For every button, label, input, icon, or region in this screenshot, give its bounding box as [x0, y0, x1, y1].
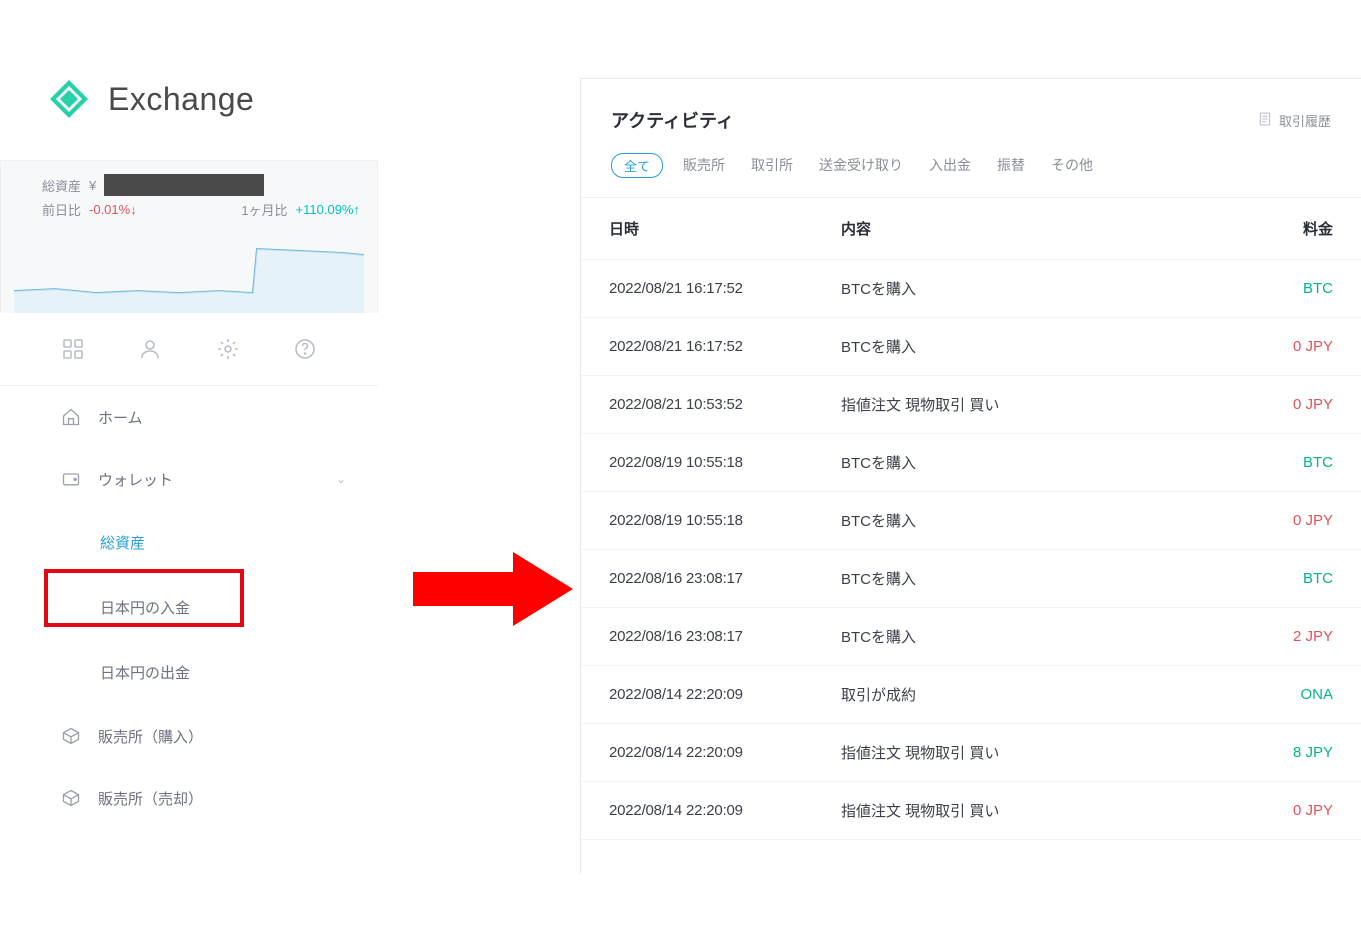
nav-sales-sell-label: 販売所（売却）	[98, 788, 203, 809]
activity-table-body: 2022/08/21 16:17:52BTCを購入BTC2022/08/21 1…	[581, 260, 1361, 840]
row-currency: 8 JPY	[1163, 744, 1333, 761]
table-row[interactable]: 2022/08/21 16:17:52BTCを購入0 JPY	[581, 318, 1361, 376]
activity-table-header: 日時 内容 料金	[581, 198, 1361, 260]
portfolio-sparkline	[14, 233, 364, 313]
row-desc: BTCを購入	[841, 452, 1163, 473]
total-assets-currency: ¥	[89, 178, 96, 193]
total-assets-row: 総資産 ¥	[0, 160, 378, 198]
row-desc: BTCを購入	[841, 278, 1163, 299]
dashboard-icon[interactable]	[59, 335, 87, 363]
filter-tab-all[interactable]: 全て	[611, 153, 663, 178]
activity-filter-tabs: 全て 販売所 取引所 送金受け取り 入出金 振替 その他	[581, 151, 1361, 198]
row-datetime: 2022/08/19 10:55:18	[609, 512, 841, 529]
row-desc: 取引が成約	[841, 684, 1163, 705]
row-datetime: 2022/08/21 16:17:52	[609, 338, 841, 355]
row-desc: 指値注文 現物取引 買い	[841, 742, 1163, 763]
nav-home[interactable]: ホーム	[0, 386, 378, 448]
row-currency: 0 JPY	[1163, 338, 1333, 355]
activity-title: アクティビティ	[611, 107, 734, 133]
home-icon	[60, 406, 82, 428]
total-assets-label: 総資産	[42, 176, 81, 195]
filter-tab-receive[interactable]: 送金受け取り	[813, 151, 909, 179]
table-row[interactable]: 2022/08/19 10:55:18BTCを購入0 JPY	[581, 492, 1361, 550]
row-datetime: 2022/08/21 10:53:52	[609, 396, 841, 413]
nav-sub-total-assets[interactable]: 総資産	[0, 510, 378, 575]
nav-list: ホーム ウォレット ⌄ 総資産 日本円の入金 日本円の出金	[0, 386, 378, 817]
row-desc: 指値注文 現物取引 買い	[841, 800, 1163, 821]
annotation-arrow-icon	[413, 552, 573, 626]
row-desc: BTCを購入	[841, 336, 1163, 357]
table-row[interactable]: 2022/08/14 22:20:09指値注文 現物取引 買い8 JPY	[581, 724, 1361, 782]
user-icon[interactable]	[136, 335, 164, 363]
nav-wallet[interactable]: ウォレット ⌄	[0, 448, 378, 510]
row-datetime: 2022/08/19 10:55:18	[609, 454, 841, 471]
sidebar-icon-tabs	[0, 313, 378, 386]
filter-tab-sales[interactable]: 販売所	[677, 151, 731, 179]
row-datetime: 2022/08/14 22:20:09	[609, 744, 841, 761]
row-currency: 0 JPY	[1163, 802, 1333, 819]
activity-history-link[interactable]: 取引履歴	[1257, 111, 1331, 130]
col-header-datetime: 日時	[609, 218, 841, 239]
brand-name: Exchange	[108, 81, 254, 118]
day-change-label: 前日比	[42, 200, 81, 219]
col-header-desc: 内容	[841, 218, 1269, 239]
delta-row: 前日比 -0.01%↓ 1ヶ月比 +110.09%↑	[0, 198, 378, 229]
nav-sales-sell[interactable]: 販売所（売却）	[0, 767, 378, 817]
document-icon	[1257, 111, 1273, 130]
nav-sub-deposit-jpy[interactable]: 日本円の入金	[0, 575, 378, 640]
day-change-value: -0.01%↓	[89, 202, 137, 217]
row-datetime: 2022/08/14 22:20:09	[609, 802, 841, 819]
table-row[interactable]: 2022/08/14 22:20:09指値注文 現物取引 買い0 JPY	[581, 782, 1361, 840]
nav-sub-withdraw-jpy[interactable]: 日本円の出金	[0, 640, 378, 705]
table-row[interactable]: 2022/08/16 23:08:17BTCを購入2 JPY	[581, 608, 1361, 666]
nav-sales-buy-label: 販売所（購入）	[98, 726, 203, 747]
gear-icon[interactable]	[214, 335, 242, 363]
brand-logo-icon	[48, 78, 90, 120]
table-row[interactable]: 2022/08/19 10:55:18BTCを購入BTC	[581, 434, 1361, 492]
cube-icon	[60, 725, 82, 747]
row-datetime: 2022/08/14 22:20:09	[609, 686, 841, 703]
row-datetime: 2022/08/16 23:08:17	[609, 570, 841, 587]
row-desc: 指値注文 現物取引 買い	[841, 394, 1163, 415]
filter-tab-transfer[interactable]: 振替	[991, 151, 1031, 179]
portfolio-summary: 総資産 ¥ 前日比 -0.01%↓ 1ヶ月比 +110.09%↑	[0, 160, 378, 817]
activity-history-label: 取引履歴	[1279, 111, 1331, 130]
row-datetime: 2022/08/21 16:17:52	[609, 280, 841, 297]
row-currency: 0 JPY	[1163, 396, 1333, 413]
row-currency: 2 JPY	[1163, 628, 1333, 645]
nav-wallet-label: ウォレット	[98, 469, 173, 490]
sidebar: Exchange 総資産 ¥ 前日比 -0.01%↓ 1ヶ月比 +110.09%…	[0, 78, 378, 817]
filter-tab-exchange[interactable]: 取引所	[745, 151, 799, 179]
row-datetime: 2022/08/16 23:08:17	[609, 628, 841, 645]
month-change-value: +110.09%↑	[296, 202, 360, 217]
table-row[interactable]: 2022/08/16 23:08:17BTCを購入BTC	[581, 550, 1361, 608]
table-row[interactable]: 2022/08/14 22:20:09取引が成約ONA	[581, 666, 1361, 724]
cube-icon	[60, 787, 82, 809]
row-desc: BTCを購入	[841, 568, 1163, 589]
row-currency: BTC	[1163, 454, 1333, 471]
row-currency: BTC	[1163, 570, 1333, 587]
row-currency: ONA	[1163, 686, 1333, 703]
month-change-label: 1ヶ月比	[241, 200, 287, 219]
row-desc: BTCを購入	[841, 626, 1163, 647]
chevron-down-icon: ⌄	[336, 472, 346, 486]
wallet-icon	[60, 468, 82, 490]
row-currency: 0 JPY	[1163, 512, 1333, 529]
activity-panel: アクティビティ 取引履歴 全て 販売所 取引所 送金受け取り 入出金 振替 その…	[580, 78, 1361, 874]
nav-sales-buy[interactable]: 販売所（購入）	[0, 705, 378, 767]
filter-tab-deposit[interactable]: 入出金	[923, 151, 977, 179]
filter-tab-other[interactable]: その他	[1045, 151, 1099, 179]
help-icon[interactable]	[291, 335, 319, 363]
row-currency: BTC	[1163, 280, 1333, 297]
col-header-fee: 料金	[1269, 218, 1333, 239]
table-row[interactable]: 2022/08/21 16:17:52BTCを購入BTC	[581, 260, 1361, 318]
nav-home-label: ホーム	[98, 407, 143, 428]
row-desc: BTCを購入	[841, 510, 1163, 531]
total-assets-redacted	[104, 174, 264, 196]
brand: Exchange	[0, 78, 378, 120]
table-row[interactable]: 2022/08/21 10:53:52指値注文 現物取引 買い0 JPY	[581, 376, 1361, 434]
